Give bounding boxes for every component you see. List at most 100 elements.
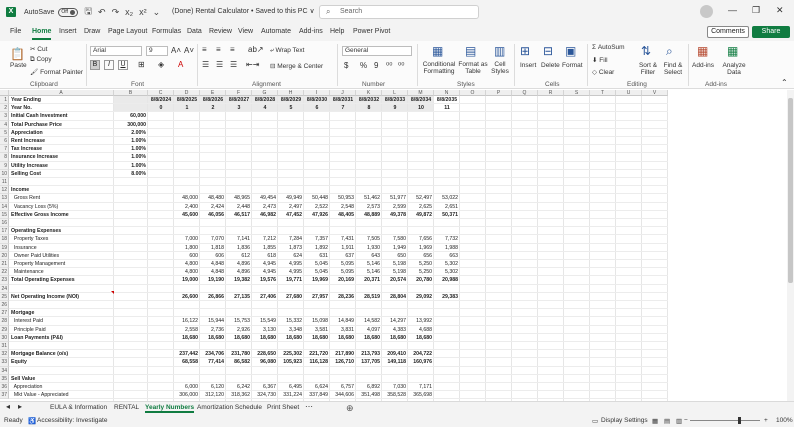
tab-power-pivot[interactable]: Power Pivot [353, 28, 390, 35]
input-value-cell[interactable] [114, 203, 148, 211]
year-value-cell[interactable]: 5,095 [330, 268, 356, 276]
sheet-tab-yearly-numbers[interactable]: Yearly Numbers [145, 404, 195, 413]
input-value-cell[interactable] [114, 309, 148, 317]
increase-font-icon[interactable]: A˄ [171, 46, 181, 55]
sheet-tab-print[interactable]: Print Sheet [267, 404, 299, 411]
restore-icon[interactable]: ❐ [752, 5, 760, 16]
year-value-cell[interactable] [148, 252, 174, 260]
year-value-cell[interactable]: 51,977 [382, 194, 408, 202]
year-value-cell[interactable]: 7,431 [330, 235, 356, 243]
input-value-cell[interactable] [114, 104, 148, 112]
year-value-cell[interactable]: 26,600 [174, 293, 200, 301]
row-header[interactable]: 21 [0, 260, 9, 269]
year-value-cell[interactable]: 8/8/2025 [174, 96, 200, 104]
year-value-cell[interactable]: 6 [304, 104, 330, 112]
input-value-cell[interactable] [114, 260, 148, 268]
year-value-cell[interactable] [148, 194, 174, 202]
year-value-cell[interactable]: 105,923 [278, 358, 304, 366]
year-value-cell[interactable]: 29,383 [434, 293, 460, 301]
year-value-cell[interactable]: 10 [408, 104, 434, 112]
year-value-cell[interactable]: 4,097 [356, 326, 382, 334]
row-header[interactable]: 26 [0, 301, 9, 310]
year-value-cell[interactable]: 7,070 [200, 235, 226, 243]
copy-button[interactable]: ⧉ Copy [30, 56, 52, 64]
year-value-cell[interactable]: 344,606 [330, 391, 356, 399]
row-header[interactable]: 20 [0, 251, 9, 260]
year-value-cell[interactable]: 5,095 [330, 260, 356, 268]
collapse-ribbon-icon[interactable]: ⌃ [781, 78, 788, 87]
row-header[interactable]: 10 [0, 169, 9, 178]
sheet-tab-amortization[interactable]: Amortization Schedule [197, 404, 262, 411]
orientation-icon[interactable]: ab↗ [248, 45, 264, 54]
row-header[interactable]: 24 [0, 284, 9, 293]
year-value-cell[interactable]: 1,911 [330, 244, 356, 252]
tab-insert[interactable]: Insert [59, 28, 77, 35]
year-value-cell[interactable]: 6,120 [200, 383, 226, 391]
row-header[interactable]: 22 [0, 268, 9, 277]
display-settings-button[interactable]: Display Settings [601, 417, 648, 424]
row-label-cell[interactable]: Insurance [11, 244, 114, 252]
page-layout-view-icon[interactable]: ▤ [664, 417, 670, 425]
tab-add-ins[interactable]: Add-ins [299, 28, 323, 35]
year-value-cell[interactable]: 8/8/2031 [330, 96, 356, 104]
row-label-cell[interactable]: Vacancy Loss (5%) [11, 203, 114, 211]
format-as-table-button[interactable]: Format as Table [458, 61, 488, 75]
row-header[interactable]: 11 [0, 178, 9, 187]
year-value-cell[interactable]: 20,371 [356, 276, 382, 284]
number-format-select[interactable]: General [342, 46, 412, 56]
year-value-cell[interactable]: 2,651 [434, 203, 460, 211]
year-value-cell[interactable]: 13,992 [408, 317, 434, 325]
row-header[interactable]: 33 [0, 358, 9, 367]
year-value-cell[interactable]: 2,625 [408, 203, 434, 211]
year-value-cell[interactable]: 19,000 [174, 276, 200, 284]
year-value-cell[interactable]: 48,889 [356, 211, 382, 219]
align-right-icon[interactable]: ☰ [230, 60, 237, 69]
row-label-cell[interactable]: Maintenance [11, 268, 114, 276]
year-value-cell[interactable]: 213,793 [356, 350, 382, 358]
avatar[interactable] [700, 5, 713, 18]
input-value-cell[interactable] [114, 194, 148, 202]
year-value-cell[interactable]: 337,849 [304, 391, 330, 399]
row-label-cell[interactable]: Total Purchase Price [11, 121, 114, 129]
analyze-data-icon[interactable]: ▦ [727, 44, 738, 58]
year-value-cell[interactable]: 45,600 [174, 211, 200, 219]
row-label-cell[interactable]: Year No. [11, 104, 114, 112]
input-value-cell[interactable] [114, 367, 148, 375]
input-value-cell[interactable] [114, 211, 148, 219]
year-value-cell[interactable]: 4,800 [174, 260, 200, 268]
row-label-cell[interactable] [11, 367, 114, 375]
year-value-cell[interactable]: 160,976 [408, 358, 434, 366]
decrease-decimal-icon[interactable]: ⁰⁰ [398, 61, 404, 70]
year-value-cell[interactable]: 46,517 [226, 211, 252, 219]
normal-view-icon[interactable]: ▦ [652, 417, 658, 425]
year-value-cell[interactable]: 49,872 [408, 211, 434, 219]
year-value-cell[interactable]: 15,549 [252, 317, 278, 325]
align-left-icon[interactable]: ☰ [202, 60, 209, 69]
input-value-cell[interactable]: 1.00% [114, 137, 148, 145]
year-value-cell[interactable]: 19,771 [278, 276, 304, 284]
input-value-cell[interactable] [114, 227, 148, 235]
year-value-cell[interactable]: 27,135 [226, 293, 252, 301]
year-value-cell[interactable]: 15,332 [278, 317, 304, 325]
year-value-cell[interactable]: 96,080 [252, 358, 278, 366]
prev-sheet-icon[interactable]: ◂ [6, 402, 10, 411]
tab-review[interactable]: Review [209, 28, 232, 35]
year-value-cell[interactable]: 5,045 [304, 260, 330, 268]
tab-data[interactable]: Data [187, 28, 202, 35]
row-label-cell[interactable]: Effective Gross Income [11, 211, 114, 219]
year-value-cell[interactable]: 1,969 [408, 244, 434, 252]
input-value-cell[interactable]: 1.00% [114, 145, 148, 153]
year-value-cell[interactable]: 7,656 [408, 235, 434, 243]
row-label-cell[interactable]: Year Ending [11, 96, 114, 104]
year-value-cell[interactable]: 77,414 [200, 358, 226, 366]
input-value-cell[interactable] [114, 391, 148, 399]
year-value-cell[interactable]: 7,505 [356, 235, 382, 243]
row-header[interactable]: 6 [0, 137, 9, 146]
save-icon[interactable]: 🖫 [84, 4, 92, 20]
year-value-cell[interactable]: 1,873 [278, 244, 304, 252]
next-sheet-icon[interactable]: ▸ [18, 402, 22, 411]
input-value-cell[interactable] [114, 219, 148, 227]
row-label-cell[interactable]: Mkt Value - Appreciated [11, 391, 114, 399]
row-header[interactable]: 13 [0, 194, 9, 203]
paste-icon[interactable]: 📋 [10, 47, 25, 61]
